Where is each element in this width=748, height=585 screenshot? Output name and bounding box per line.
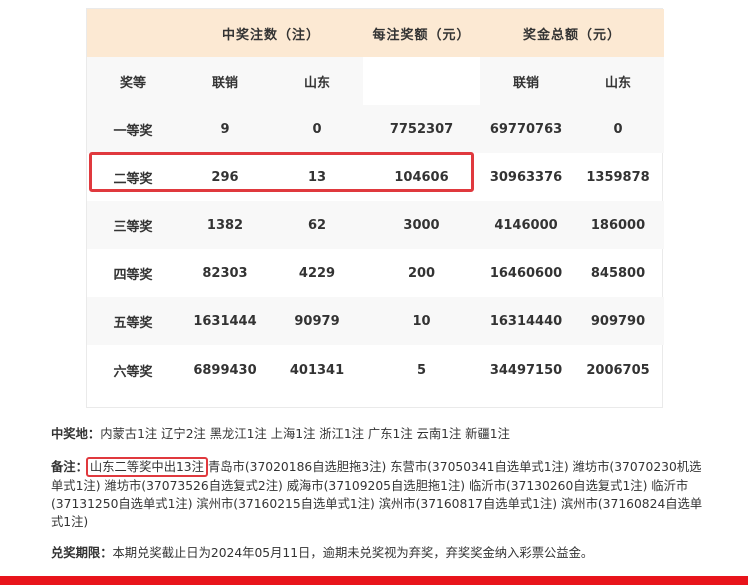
cell-total-national: 16314440	[480, 297, 573, 345]
claim-deadline-label: 兑奖期限：	[51, 546, 113, 560]
cell-shandong: 90979	[271, 297, 364, 345]
remarks-highlight: 山东二等奖中出13注	[85, 457, 208, 477]
winning-locations-label: 中奖地：	[51, 427, 101, 441]
cell-per-prize: 7752307	[363, 105, 481, 153]
cell-total-national: 30963376	[489, 169, 563, 185]
table-header-row: 中奖注数（注） 每注奖额（元） 奖金总额（元）	[87, 9, 665, 57]
second-prize-highlight-box	[89, 152, 474, 192]
cell-total-shandong: 186000	[572, 201, 665, 249]
cell-shandong: 401341	[289, 363, 345, 378]
cell-shandong: 0	[271, 105, 364, 153]
claim-deadline: 兑奖期限：本期兑奖截止日为2024年05月11日，逾期未兑奖视为弃奖，弃奖奖金纳…	[51, 543, 593, 561]
cell-total-national: 4146000	[480, 201, 573, 249]
prize-table: 中奖注数（注） 每注奖额（元） 奖金总额（元） 奖等 联销 山东 联销 山东 一…	[87, 9, 665, 396]
cell-shandong: 62	[271, 201, 364, 249]
table-row: 四等奖 82303 4229 200 16460600 845800	[87, 249, 664, 297]
cell-total-shandong: 1359878	[586, 169, 650, 185]
cell-level: 五等奖	[87, 297, 179, 345]
header-empty-cell	[87, 9, 179, 57]
cell-national: 82303	[202, 265, 248, 281]
prize-table-container: 中奖注数（注） 每注奖额（元） 奖金总额（元） 奖等 联销 山东 联销 山东 一…	[86, 8, 665, 408]
subheader-shandong: 山东	[271, 57, 364, 105]
winning-locations-text: 内蒙古1注 辽宁2注 黑龙江1注 上海1注 浙江1注 广东1注 云南1注 新疆1…	[100, 427, 510, 441]
cell-level: 六等奖	[113, 365, 153, 380]
winning-locations: 中奖地：内蒙古1注 辽宁2注 黑龙江1注 上海1注 浙江1注 广东1注 云南1注…	[51, 424, 510, 442]
subheader-level: 奖等	[87, 57, 179, 105]
cell-total-shandong: 845800	[590, 265, 646, 281]
subheader-total-shandong: 山东	[572, 57, 665, 105]
bottom-red-bar	[0, 576, 748, 585]
cell-per-prize: 5	[416, 363, 427, 378]
cell-per-prize: 3000	[363, 201, 481, 249]
table-row: 六等奖 6899430 401341 5 34497150 2006705	[87, 345, 664, 396]
claim-deadline-text: 本期兑奖截止日为2024年05月11日，逾期未兑奖视为弃奖，弃奖奖金纳入彩票公益…	[112, 546, 594, 560]
cell-shandong: 4229	[298, 265, 336, 281]
cell-total-national: 34497150	[489, 363, 563, 378]
cell-level: 四等奖	[113, 267, 153, 283]
cell-national: 1382	[179, 201, 271, 249]
cell-total-shandong: 2006705	[586, 363, 650, 378]
remarks-label: 备注：	[51, 460, 88, 474]
cell-total-national: 69770763	[480, 105, 573, 153]
cell-level: 一等奖	[87, 105, 179, 153]
cell-national: 6899430	[193, 363, 257, 378]
cell-total-shandong: 909790	[572, 297, 665, 345]
cell-per-prize: 200	[407, 265, 436, 281]
cell-level: 三等奖	[87, 201, 179, 249]
subheader-empty	[363, 57, 481, 105]
header-winning-count: 中奖注数（注）	[179, 9, 364, 57]
cell-total-shandong: 0	[572, 105, 665, 153]
cell-total-national: 16460600	[489, 265, 563, 281]
table-subheader-row: 奖等 联销 山东 联销 山东	[87, 57, 665, 105]
table-row: 三等奖 1382 62 3000 4146000 186000	[87, 201, 665, 249]
header-total-prize: 奖金总额（元）	[480, 9, 665, 57]
subheader-national: 联销	[179, 57, 271, 105]
table-row: 五等奖 1631444 90979 10 16314440 909790	[87, 297, 665, 345]
table-row: 一等奖 9 0 7752307 69770763 0	[87, 105, 665, 153]
subheader-total-national: 联销	[480, 57, 573, 105]
cell-national: 1631444	[179, 297, 271, 345]
remarks: 备注： 山东二等奖中出13注 青岛市(37020186自选胆拖3注) 东营市(370…	[51, 457, 711, 531]
header-per-prize: 每注奖额（元）	[363, 9, 481, 57]
cell-per-prize: 10	[363, 297, 481, 345]
cell-national: 9	[179, 105, 271, 153]
